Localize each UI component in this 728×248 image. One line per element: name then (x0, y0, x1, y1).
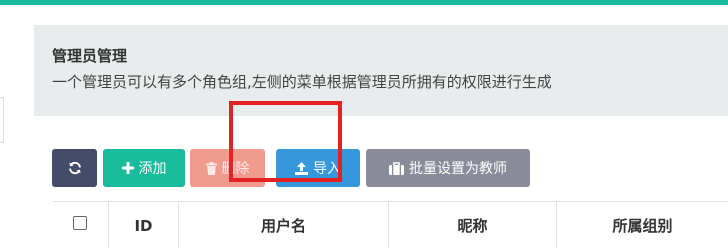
top-accent-bar (0, 0, 728, 5)
select-all-checkbox[interactable] (73, 215, 87, 230)
batch-button-label: 批量设置为教师 (409, 161, 507, 177)
batch-set-teacher-button[interactable]: 批量设置为教师 (366, 149, 530, 187)
briefcase-icon (389, 161, 404, 175)
refresh-button[interactable] (52, 149, 97, 187)
plus-icon (121, 162, 134, 174)
refresh-icon (68, 161, 81, 175)
column-header-username[interactable]: 用户名 (178, 202, 388, 248)
page-description: 一个管理员可以有多个角色组,左侧的菜单根据管理员所拥有的权限进行生成 (52, 73, 552, 91)
select-all-cell (52, 202, 108, 248)
column-header-group[interactable]: 所属组别 (556, 202, 728, 248)
column-header-id[interactable]: ID (108, 202, 178, 248)
sidebar-edge (0, 97, 4, 143)
column-header-nickname[interactable]: 昵称 (388, 202, 556, 248)
add-button-label: 添加 (138, 161, 167, 177)
admin-panel: 管理员管理 一个管理员可以有多个角色组,左侧的菜单根据管理员所拥有的权限进行生成… (34, 25, 728, 248)
import-highlight-annotation (229, 101, 342, 182)
page-title: 管理员管理 (52, 47, 128, 65)
panel-heading: 管理员管理 一个管理员可以有多个角色组,左侧的菜单根据管理员所拥有的权限进行生成 (34, 25, 728, 116)
admin-table-header: ID 用户名 昵称 所属组别 (52, 201, 728, 248)
trash-icon (205, 161, 217, 175)
add-button[interactable]: 添加 (103, 149, 185, 187)
